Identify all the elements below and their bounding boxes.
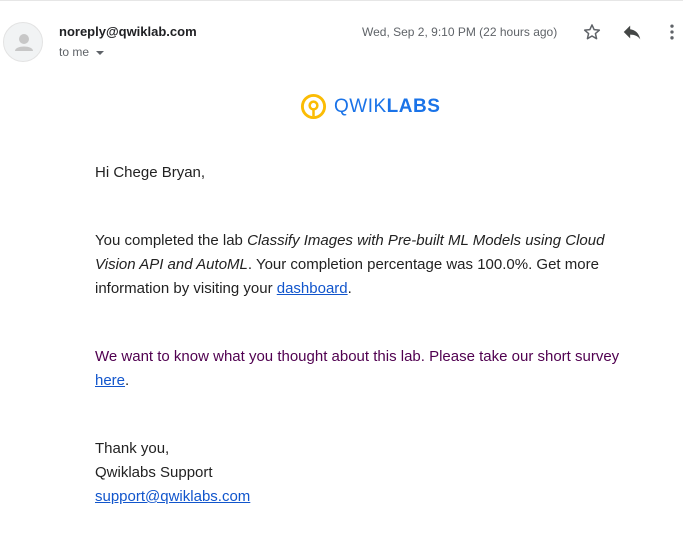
survey-text: We want to know what you thought about t… [95,348,620,365]
sender-avatar[interactable] [3,22,43,62]
reply-icon [623,25,641,40]
recipient-label: to me [59,45,90,59]
survey-paragraph: We want to know what you thought about t… [95,345,640,393]
chevron-down-icon [96,50,105,55]
sender-email[interactable]: noreply@qwiklab.com [59,24,197,39]
completion-text-end: . [347,280,352,297]
survey-text-end: . [125,372,130,389]
star-button[interactable] [580,20,604,44]
logo-text-labs: LABS [386,95,441,117]
logo-wordmark: QWIKLABS [334,96,440,118]
recipient-toggle[interactable]: to me [59,45,105,59]
closing-text: Thank you, [95,440,170,457]
email-date: Wed, Sep 2, 9:10 PM (22 hours ago) [362,25,558,39]
signature-name: Qwiklabs Support [95,464,213,481]
qwiklabs-logo: QWIKLABS [300,93,440,120]
greeting: Hi Chege Bryan, [95,164,206,181]
support-email-link[interactable]: support@qwiklabs.com [95,488,250,505]
more-vert-icon [670,24,674,40]
completion-text-start: You completed the lab [95,232,248,249]
star-icon [583,24,601,40]
dashboard-link[interactable]: dashboard [277,280,348,297]
reply-button[interactable] [620,20,644,44]
qwiklabs-logo-icon [300,93,327,120]
avatar-icon [15,34,33,51]
survey-link[interactable]: here [95,372,125,389]
logo-text-qwik: QWIK [334,95,387,117]
signature-block: Thank you, Qwiklabs Support support@qwik… [95,437,640,509]
more-options-button[interactable] [660,20,683,44]
header-divider [0,0,683,1]
completion-paragraph: You completed the lab Classify Images wi… [95,229,640,301]
